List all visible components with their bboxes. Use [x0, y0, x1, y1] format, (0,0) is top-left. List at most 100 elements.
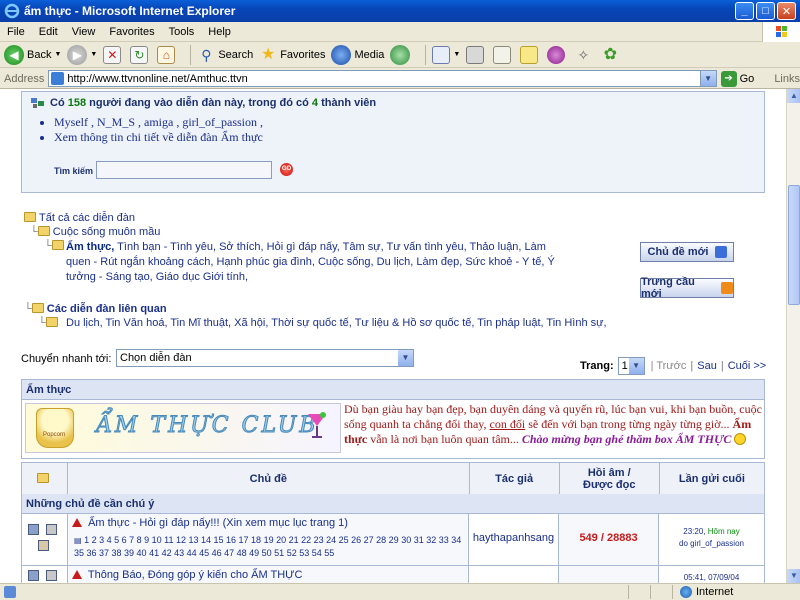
popcorn-icon — [36, 408, 74, 448]
title-bar: ẩm thực - Microsoft Internet Explorer _ … — [0, 0, 800, 22]
edit-button[interactable] — [493, 45, 514, 64]
go-button[interactable]: ➔ Go — [720, 70, 754, 87]
links-button[interactable]: Links — [774, 73, 800, 85]
back-icon: ◀ — [4, 44, 24, 65]
tree-all-forums[interactable]: Tất cả các diễn đàn — [24, 212, 135, 224]
minimize-button[interactable]: _ — [735, 2, 754, 20]
history-button[interactable] — [390, 44, 413, 65]
online-count: 158 — [67, 97, 87, 109]
folder-icon — [51, 240, 64, 250]
toolbar-separator — [190, 44, 192, 65]
scroll-up-icon[interactable]: ▲ — [787, 89, 800, 103]
discuss-button[interactable] — [520, 45, 541, 64]
close-button[interactable]: ✕ — [777, 2, 796, 20]
next-page-link[interactable]: Sau — [697, 360, 717, 372]
back-button[interactable]: ◀ Back ▼ — [4, 44, 61, 65]
menu-tools[interactable]: Tools — [162, 26, 202, 38]
chevron-down-icon: ▼ — [398, 350, 413, 366]
topic-status-icon — [28, 570, 39, 581]
menu-help[interactable]: Help — [201, 26, 238, 38]
chevron-down-icon: ▼ — [628, 358, 644, 374]
address-input[interactable]: http://www.ttvnonline.net/Amthuc.ttvn ▼ — [48, 70, 717, 87]
menu-edit[interactable]: Edit — [32, 26, 65, 38]
media-icon — [331, 44, 352, 65]
topic-title[interactable]: Thông Báo, Đóng góp ý kiến cho ẨM THỰC — [88, 569, 303, 581]
edit-icon — [493, 45, 512, 64]
last-post-column-header[interactable]: Lần gửi cuối — [658, 462, 766, 495]
menu-view[interactable]: View — [65, 26, 103, 38]
new-topic-button[interactable]: Chủ đề mới — [640, 242, 734, 262]
messenger-button[interactable] — [547, 45, 568, 64]
current-forum-name[interactable]: Ẩm thực, — [66, 241, 114, 253]
tree-current-branch: └ — [44, 240, 67, 252]
forum-search-input[interactable] — [96, 161, 272, 179]
tree-related-heading[interactable]: └ Các diễn đàn liên quan — [24, 303, 167, 315]
topic-author[interactable]: haythapanhsang — [473, 532, 554, 544]
topic-status-icon — [28, 524, 39, 535]
topics-table-header: Chủ đề Tác giả Hồi âm / Được đọc Lần gửi… — [20, 462, 766, 495]
status-bar: Internet — [0, 583, 800, 600]
popcorn-label: Popcorn — [43, 432, 66, 438]
back-label: Back — [27, 48, 52, 61]
page-label: Trang: — [580, 360, 614, 372]
forum-details-link[interactable]: Xem thông tin chi tiết về diễn đàn Ẩm th… — [54, 130, 263, 145]
history-icon — [390, 44, 411, 65]
topic-last-post[interactable]: 05:41, 07/09/04 — [659, 572, 764, 583]
scroll-down-icon[interactable]: ▼ — [787, 569, 800, 583]
print-button[interactable] — [466, 45, 487, 64]
research-button[interactable]: ✧ — [574, 46, 595, 64]
forward-button[interactable]: ▶ ▼ — [67, 44, 97, 65]
forward-icon: ▶ — [67, 44, 88, 65]
page-select[interactable]: 1 ▼ — [617, 357, 645, 375]
tree-life-forums[interactable]: └ Cuộc sống muôn mầu — [30, 226, 160, 238]
online-users-box: Có 158 người đang vào diễn đàn này, tron… — [21, 91, 765, 193]
tree-related-branch: └ — [38, 317, 61, 329]
forum-intro-box: Ẩm thực Popcorn ẨM THỰC CLUB Dù bạn giàu… — [21, 379, 765, 459]
new-poll-button[interactable]: Trưng cầu mới — [640, 276, 734, 300]
menu-file[interactable]: File — [0, 26, 32, 38]
search-button[interactable]: ⚲ Search — [197, 46, 253, 64]
scroll-thumb[interactable] — [788, 185, 800, 305]
media-button[interactable]: Media — [331, 44, 384, 65]
quick-jump-select[interactable]: Chọn diễn đàn ▼ — [116, 349, 414, 367]
related-forums-list[interactable]: Du lịch, Tin Văn hoá, Tin Mĩ thuật, Xã h… — [66, 317, 607, 329]
stop-button[interactable]: ✕ — [103, 45, 124, 64]
cocktail-glass-icon — [308, 412, 326, 438]
forum-description: Dù bạn giàu hay bạn đẹp, bạn duyên dáng … — [344, 402, 762, 446]
stop-icon: ✕ — [103, 45, 122, 64]
search-icon: ⚲ — [201, 46, 212, 63]
menu-bar: File Edit View Favorites Tools Help — [0, 22, 800, 42]
pagination: Trang: 1 ▼ | Trước | Sau | Cuối >> — [580, 357, 766, 375]
home-icon: ⌂ — [157, 45, 176, 64]
favorites-button[interactable]: ★ Favorites — [259, 46, 325, 64]
sticky-arrow-icon — [72, 570, 82, 579]
topic-title[interactable]: Ẩm thực - Hỏi gì đáp nấy!!! (Xin xem mục… — [88, 517, 348, 529]
ie-logo-icon — [4, 3, 20, 19]
author-column-header[interactable]: Tác giả — [468, 462, 560, 495]
online-users-names[interactable]: Myself , N_M_S , amiga , girl_of_passion… — [54, 115, 263, 130]
search-label: Search — [218, 48, 254, 61]
topic-last-post[interactable]: 23:20, Hôm nay do girl_of_passion — [659, 526, 764, 550]
last-page-link[interactable]: Cuối >> — [728, 360, 767, 372]
menu-favorites[interactable]: Favorites — [102, 26, 161, 38]
replies-column-header[interactable]: Hồi âm / Được đọc — [558, 462, 660, 495]
topic-page-links[interactable]: ▤ 1 2 3 4 5 6 7 8 9 10 11 12 13 14 15 16… — [74, 534, 466, 560]
vertical-scrollbar[interactable]: ▲ ▼ — [786, 89, 800, 583]
table-row: Thông Báo, Đóng góp ý kiến cho ẨM THỰC 0… — [21, 566, 765, 583]
home-button[interactable]: ⌂ — [157, 45, 178, 64]
flower-button[interactable]: ✿ — [601, 46, 622, 64]
sibling-forums[interactable]: Tình bạn - Tình yêu, Sở thích, Hỏi gì đá… — [66, 241, 555, 283]
mail-button[interactable]: ▼ — [432, 45, 460, 64]
page-status-icon — [4, 586, 16, 598]
folder-icon — [37, 226, 50, 236]
topic-column-header[interactable]: Chủ đề — [67, 462, 470, 495]
research-icon: ✧ — [577, 46, 590, 63]
security-zone: Internet — [680, 586, 733, 598]
maximize-button[interactable]: □ — [756, 2, 775, 20]
search-go-button[interactable]: GO — [280, 163, 293, 176]
address-dropdown-icon[interactable]: ▼ — [699, 71, 716, 86]
favorites-star-icon: ★ — [261, 45, 276, 63]
poll-chart-icon — [721, 282, 733, 294]
toolbar: ◀ Back ▼ ▶ ▼ ✕ ↻ ⌂ ⚲ Search ★ Favorites … — [0, 42, 800, 68]
refresh-button[interactable]: ↻ — [130, 45, 151, 64]
